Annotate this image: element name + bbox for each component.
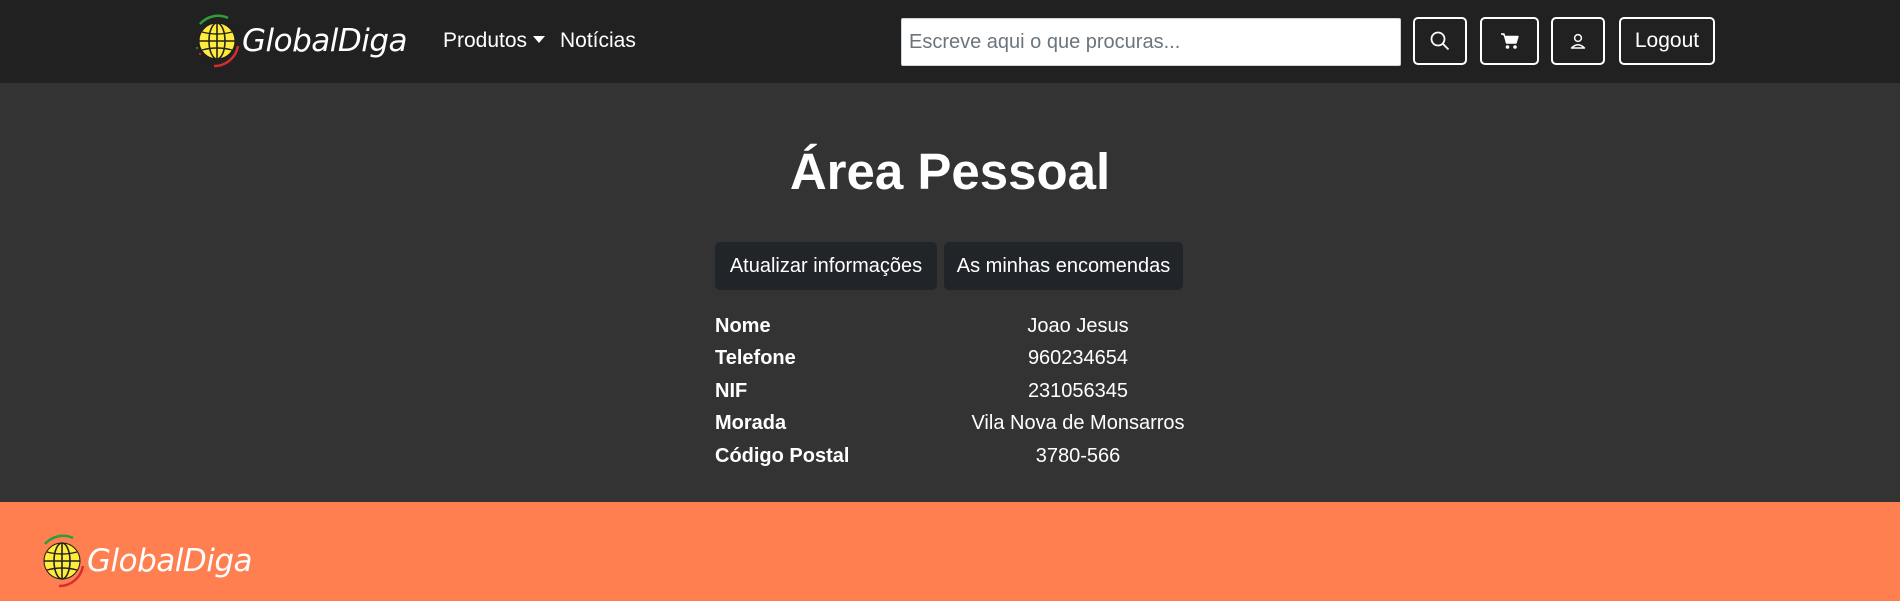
info-row-telefone: Telefone 960234654: [0, 347, 1900, 379]
page-title: Área Pessoal: [789, 143, 1111, 200]
search-icon: [1430, 31, 1450, 51]
nav-produtos-dropdown[interactable]: Produtos: [443, 29, 546, 53]
globe-logo-icon: [43, 534, 85, 588]
info-label: Código Postal: [715, 445, 850, 467]
info-label: Telefone: [715, 347, 796, 369]
footer-logo[interactable]: GlobalDiga: [35, 530, 253, 592]
info-row-nif: NIF 231056345: [0, 380, 1900, 412]
info-value: 231056345: [1027, 380, 1129, 402]
nav-produtos-label: Produtos: [443, 29, 528, 52]
search-input[interactable]: [901, 18, 1401, 66]
caret-down-icon: [533, 36, 546, 43]
info-row-nome: Nome Joao Jesus: [0, 315, 1900, 347]
info-value: 960234654: [1027, 347, 1129, 369]
navbar: GlobalDiga Produtos Notícias Logout: [0, 0, 1900, 83]
cart-button[interactable]: [1480, 17, 1539, 65]
info-row-codigo-postal: Código Postal 3780-566: [0, 445, 1900, 477]
logout-button[interactable]: Logout: [1619, 17, 1715, 65]
nav-noticias-link[interactable]: Notícias: [560, 29, 636, 53]
info-value: 3780-566: [1035, 445, 1121, 467]
cart-icon: [1500, 33, 1519, 49]
user-icon: [1570, 33, 1586, 49]
footer-brand-name: GlobalDiga: [87, 543, 253, 579]
update-info-button[interactable]: Atualizar informações: [715, 242, 937, 290]
info-label: NIF: [715, 380, 748, 402]
info-value: Joao Jesus: [1027, 315, 1129, 337]
info-label: Nome: [715, 315, 771, 337]
search-button[interactable]: [1413, 17, 1467, 65]
account-button[interactable]: [1551, 17, 1605, 65]
my-orders-button[interactable]: As minhas encomendas: [944, 242, 1183, 290]
brand-name: GlobalDiga: [242, 23, 408, 59]
globe-logo-icon: [196, 14, 240, 68]
info-label: Morada: [715, 412, 787, 434]
info-value: Vila Nova de Monsarros: [971, 412, 1185, 434]
info-row-morada: Morada Vila Nova de Monsarros: [0, 412, 1900, 444]
footer: [0, 502, 1900, 601]
brand-logo[interactable]: GlobalDiga: [190, 10, 408, 72]
